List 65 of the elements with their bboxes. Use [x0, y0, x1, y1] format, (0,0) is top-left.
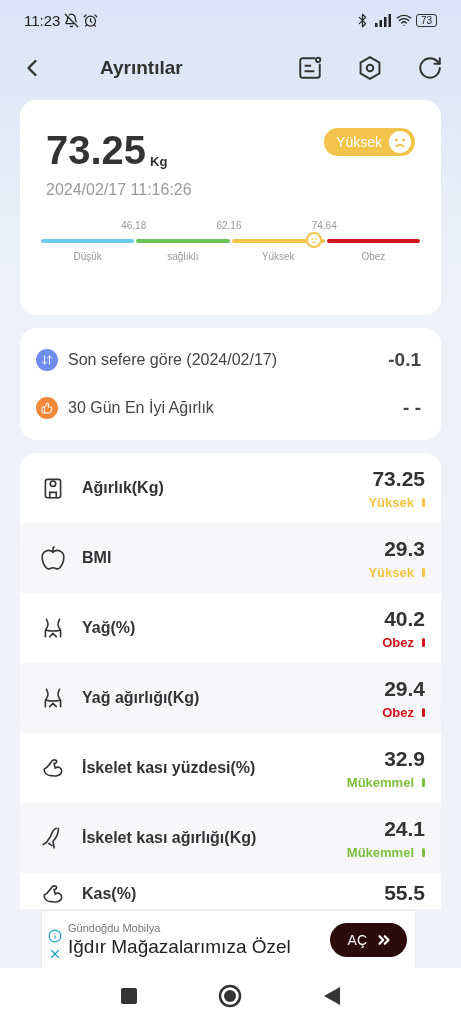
thumbs-up-icon: [36, 397, 58, 419]
comparison-value: -0.1: [388, 349, 421, 371]
battery-icon: 73: [415, 13, 437, 27]
metric-label: İskelet kası ağırlığı(Kg): [82, 829, 258, 847]
metric-value: 40.2: [384, 606, 425, 631]
refresh-icon[interactable]: [417, 55, 443, 81]
metric-label: İskelet kası yüzdesi(%): [82, 759, 257, 777]
metric-status: Obez: [382, 634, 414, 650]
metric-label: Kas(%): [82, 885, 138, 903]
status-tick: [422, 847, 425, 857]
home-icon[interactable]: [218, 984, 243, 1008]
range-label: sağlıklı: [167, 251, 199, 262]
metric-label: Yağ(%): [82, 619, 137, 637]
sad-face-icon: [388, 130, 412, 154]
metric-value: 73.25: [372, 466, 425, 491]
range-label: Düşük: [73, 251, 102, 262]
bell-off-icon: [64, 12, 80, 28]
ad-advertiser: Gündoğdu Mobilya: [68, 921, 162, 934]
weight-unit: Kg: [150, 154, 168, 169]
status-tick: [422, 707, 425, 717]
apple-icon: [40, 545, 66, 571]
status-tick: [422, 777, 425, 787]
weight-value: 73.25: [46, 128, 147, 173]
metric-status: Mükemmel: [346, 844, 414, 860]
threshold-value: 74.64: [311, 220, 337, 231]
page-title: Ayrıntılar: [100, 57, 184, 79]
comparison-label: Son sefere göre (2024/02/17): [68, 351, 278, 369]
metric-status: Yüksek: [368, 494, 414, 510]
timestamp: 2024/02/17 11:16:26: [46, 181, 193, 199]
settings-icon[interactable]: [357, 55, 383, 81]
threshold-value: 46.18: [121, 220, 147, 231]
metric-status: Mükemmel: [346, 774, 414, 790]
metric-row[interactable]: İskelet kası ağırlığı(Kg) 24.1 Mükemmel: [20, 803, 441, 873]
back-icon[interactable]: [322, 986, 341, 1006]
range-label: Yüksek: [261, 251, 295, 262]
metric-label: BMI: [82, 549, 113, 567]
metric-value: 55.5: [384, 881, 425, 905]
signal-icon: [373, 13, 392, 27]
threshold-value: 62.16: [216, 220, 242, 231]
metric-value: 32.9: [384, 746, 425, 771]
metric-label: Ağırlık(Kg): [82, 479, 165, 497]
range-label: Obez: [361, 251, 386, 262]
wifi-icon: [395, 12, 412, 28]
metric-row[interactable]: Yağ ağırlığı(Kg) 29.4 Obez: [20, 663, 441, 733]
metric-value: 24.1: [384, 816, 425, 841]
metric-value: 29.3: [384, 536, 425, 561]
ad-headline: Iğdır Mağazalarımıza Özel: [68, 935, 292, 958]
info-icon[interactable]: [48, 928, 62, 943]
status-badge: Yüksek: [324, 128, 415, 156]
status-time: 11:23: [24, 11, 61, 29]
alarm-icon: [83, 12, 99, 28]
metric-status: Yüksek: [368, 564, 414, 580]
status-tick: [422, 497, 425, 507]
metric-status: Obez: [382, 704, 414, 720]
metric-label: Yağ ağırlığı(Kg): [82, 689, 201, 707]
metric-row[interactable]: BMI 29.3 Yüksek: [20, 523, 441, 593]
note-icon[interactable]: [297, 55, 323, 81]
recents-icon[interactable]: [120, 987, 139, 1005]
status-tick: [422, 637, 425, 647]
open-button[interactable]: AÇ: [329, 922, 407, 957]
metric-value: 29.4: [384, 676, 425, 701]
swap-icon: [36, 349, 58, 371]
comparison-value: - -: [403, 397, 421, 419]
status-tick: [422, 567, 425, 577]
comparison-label: 30 Gün En İyi Ağırlık: [68, 399, 214, 417]
